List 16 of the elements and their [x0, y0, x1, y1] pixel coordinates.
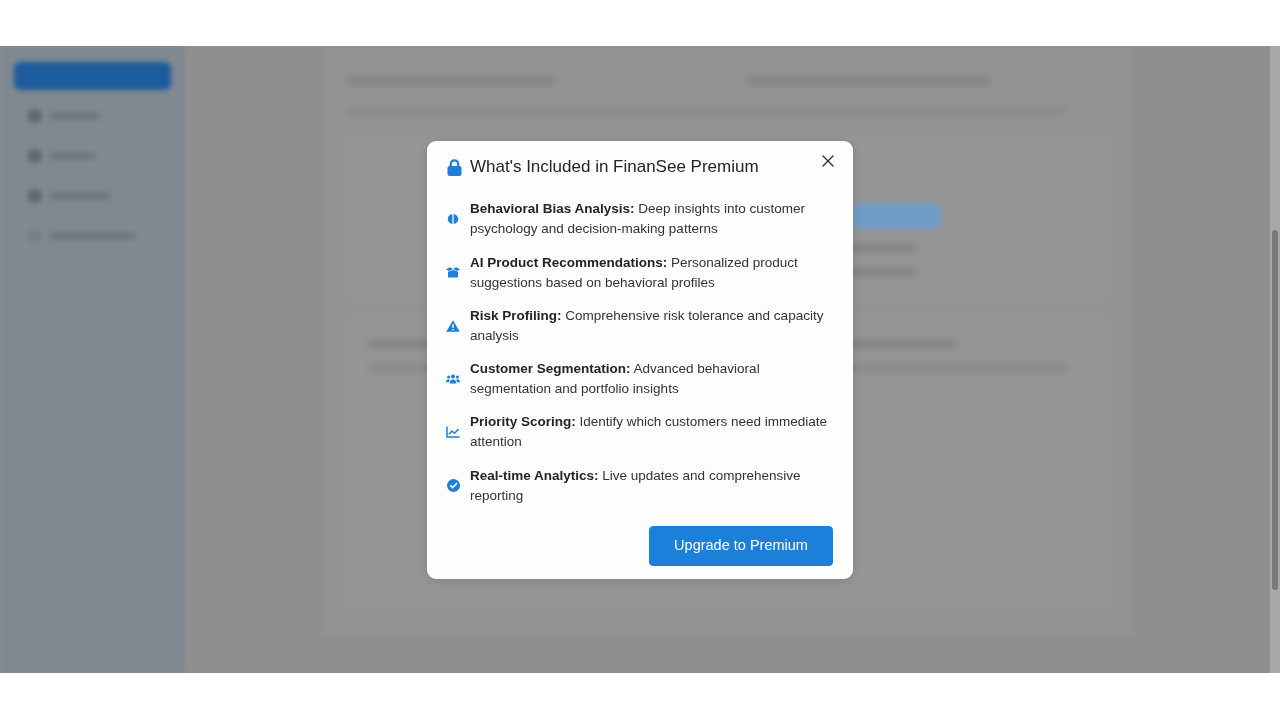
people-icon	[446, 374, 460, 385]
upgrade-button[interactable]: Upgrade to Premium	[649, 525, 833, 566]
feature-text: Risk Profiling: Comprehensive risk tolerance and capacity analysis	[470, 306, 825, 345]
lock-icon	[447, 158, 462, 176]
box-icon	[446, 267, 460, 279]
feature-text: Behavioral Bias Analysis: Deep insights into customer psychology and decision-making patterns	[470, 200, 806, 239]
brain-icon	[447, 213, 459, 226]
close-icon	[822, 155, 834, 168]
warning-icon	[446, 319, 460, 332]
dialog-title: What's Included in FinanSee Premium	[470, 156, 759, 179]
feature-text: Priority Scoring: Identify which customers need immediate attention	[470, 413, 829, 452]
feature-text: AI Product Recommendations: Personalized product suggestions based on behavioral profiles	[470, 253, 799, 292]
line-chart-icon	[446, 426, 460, 439]
feature-text: Real-time Analytics: Live updates and comprehensive reporting	[470, 466, 802, 505]
check-circle-icon	[446, 479, 460, 493]
feature-text: Customer Segmentation: Advanced behavioral segmentation and portfolio insights	[470, 360, 761, 399]
